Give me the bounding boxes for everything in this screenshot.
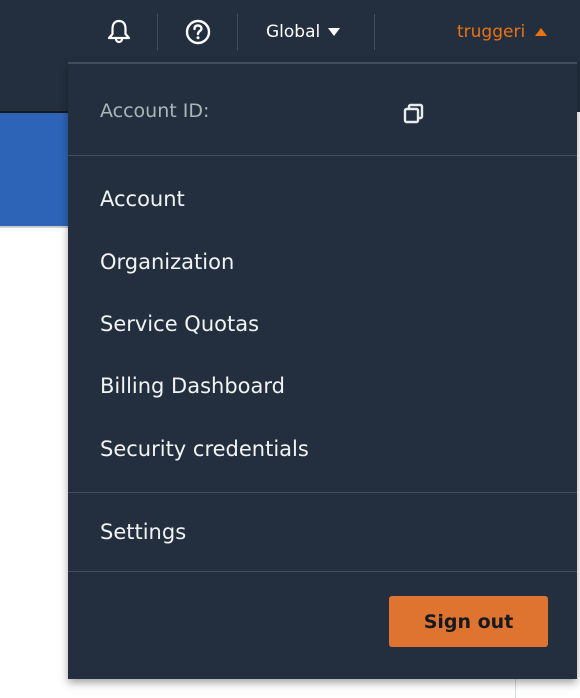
help-circle-icon: [185, 19, 211, 45]
menu-divider: [68, 571, 577, 572]
region-label: Global: [266, 22, 321, 42]
user-menu-button[interactable]: truggeri: [457, 14, 548, 50]
nav-separator: [374, 14, 375, 50]
caret-up-icon: [535, 28, 548, 36]
help-button[interactable]: [183, 14, 213, 50]
bell-icon: [107, 19, 131, 44]
account-dropdown-menu: Account ID: Account Organization Service…: [68, 62, 577, 679]
notifications-button[interactable]: [104, 14, 134, 50]
menu-item-security-credentials[interactable]: Security credentials: [100, 437, 309, 461]
menu-item-billing-dashboard[interactable]: Billing Dashboard: [100, 374, 285, 398]
region-selector[interactable]: Global: [266, 14, 341, 50]
menu-item-organization[interactable]: Organization: [100, 250, 234, 274]
menu-item-settings[interactable]: Settings: [100, 520, 186, 544]
page-banner: [0, 113, 68, 226]
caret-down-icon: [328, 28, 341, 36]
menu-divider: [68, 492, 577, 493]
menu-item-service-quotas[interactable]: Service Quotas: [100, 312, 259, 336]
menu-item-account[interactable]: Account: [100, 187, 185, 211]
nav-separator: [237, 14, 238, 50]
copy-icon: [403, 103, 424, 124]
copy-account-id-button[interactable]: [402, 102, 426, 126]
sign-out-button[interactable]: Sign out: [389, 596, 548, 647]
page-divider: [515, 676, 516, 698]
username-label: truggeri: [457, 22, 526, 42]
account-id-label: Account ID:: [100, 100, 210, 122]
account-id-row: Account ID:: [68, 64, 577, 156]
banner-border: [0, 226, 68, 228]
nav-separator: [157, 14, 158, 50]
